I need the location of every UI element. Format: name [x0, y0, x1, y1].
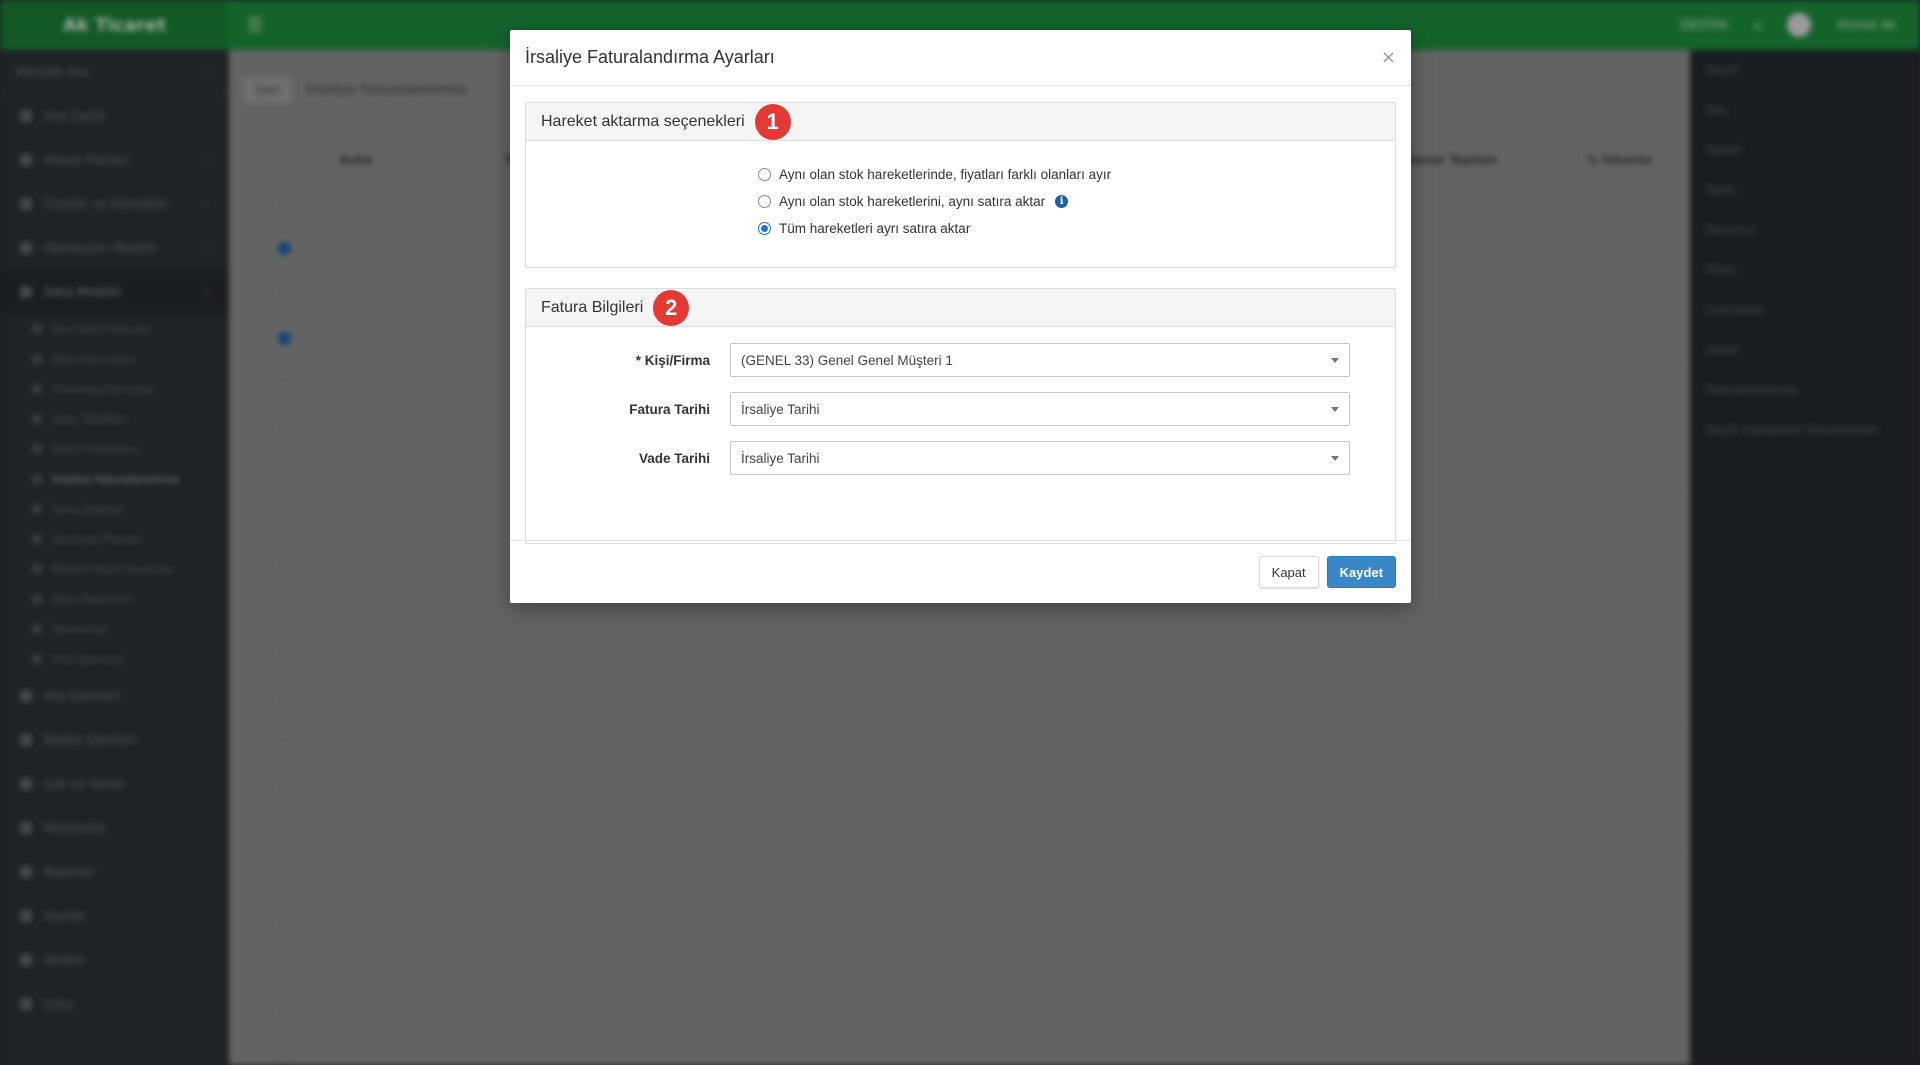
select-value: İrsaliye Tarihi: [741, 450, 820, 466]
invoice-info-section: Fatura Bilgileri 2 * Kişi/Firma (GENEL 33…: [525, 288, 1396, 544]
select-value: İrsaliye Tarihi: [741, 401, 820, 417]
radio-button[interactable]: [758, 222, 771, 235]
section-header: Hareket aktarma seçenekleri 1: [526, 103, 1395, 141]
radio-label: Aynı olan stok hareketlerini, aynı satır…: [779, 194, 1046, 209]
caret-down-icon: [1331, 455, 1339, 461]
info-icon[interactable]: i: [1055, 195, 1069, 208]
select-value: (GENEL 33) Genel Genel Müşteri 1: [741, 352, 953, 368]
modal-footer: Kapat Kaydet: [510, 540, 1411, 603]
form-row: * Kişi/Firma (GENEL 33) Genel Genel Müşte…: [526, 343, 1380, 377]
step-badge: 1: [754, 103, 791, 140]
save-button[interactable]: Kaydet: [1326, 556, 1396, 588]
modal-header: İrsaliye Faturalandırma Ayarları ×: [510, 30, 1411, 86]
person-company-field[interactable]: (GENEL 33) Genel Genel Müşteri 1: [730, 343, 1350, 377]
modal-body: Hareket aktarma seçenekleri 1 Aynı olan …: [510, 86, 1411, 544]
transfer-option[interactable]: Aynı olan stok hareketlerinde, fiyatları…: [758, 161, 1395, 188]
step-badge: 2: [653, 289, 690, 326]
field-label: Vade Tarihi: [638, 450, 710, 466]
due-date-field[interactable]: İrsaliye Tarihi: [730, 441, 1350, 475]
radio-button[interactable]: [758, 195, 771, 208]
section-title: Hareket aktarma seçenekleri: [541, 112, 745, 130]
radio-button[interactable]: [758, 168, 771, 181]
transfer-option[interactable]: Aynı olan stok hareketlerini, aynı satır…: [758, 188, 1395, 215]
field-label: * Kişi/Firma: [635, 352, 710, 368]
close-icon[interactable]: ×: [1381, 48, 1396, 67]
caret-down-icon: [1331, 357, 1339, 363]
radio-label: Tüm hareketleri ayrı satıra aktar: [779, 221, 971, 236]
section-title: Fatura Bilgileri: [541, 298, 644, 316]
section-header: Fatura Bilgileri 2: [526, 289, 1395, 327]
field-label: Fatura Tarihi: [629, 401, 710, 417]
form-row: Fatura Tarihi İrsaliye Tarihi: [526, 392, 1380, 426]
close-button[interactable]: Kapat: [1258, 556, 1319, 588]
invoice-form: * Kişi/Firma (GENEL 33) Genel Genel Müşte…: [526, 327, 1395, 543]
radio-group: Aynı olan stok hareketlerinde, fiyatları…: [526, 141, 1395, 267]
caret-down-icon: [1331, 406, 1339, 412]
radio-label: Aynı olan stok hareketlerinde, fiyatları…: [779, 167, 1112, 182]
invoice-date-field[interactable]: İrsaliye Tarihi: [730, 392, 1350, 426]
form-row: Vade Tarihi İrsaliye Tarihi: [526, 441, 1380, 475]
transfer-option[interactable]: Tüm hareketleri ayrı satıra aktar: [758, 215, 1395, 242]
modal-title: İrsaliye Faturalandırma Ayarları: [525, 47, 775, 67]
invoice-settings-modal: İrsaliye Faturalandırma Ayarları × Harek…: [510, 30, 1411, 603]
transfer-options-section: Hareket aktarma seçenekleri 1 Aynı olan …: [525, 102, 1396, 268]
